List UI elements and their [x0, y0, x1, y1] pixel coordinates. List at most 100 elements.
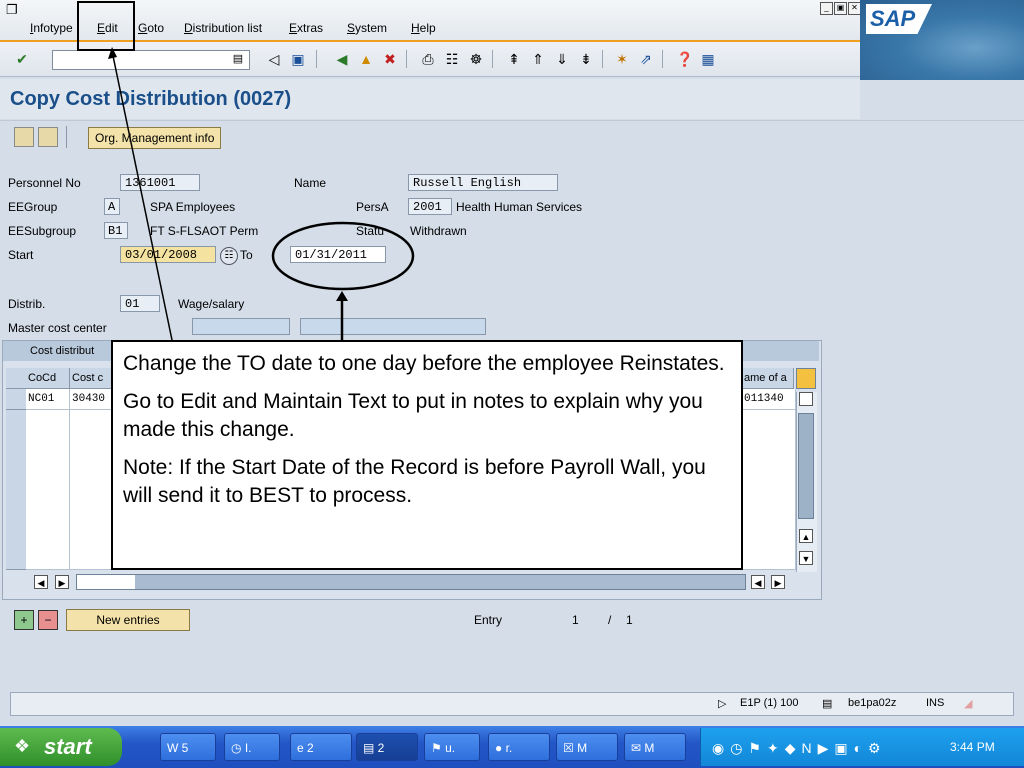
menu-distribution-list[interactable]: Distribution list [184, 21, 262, 35]
table-cell-cost-center[interactable]: 30430 [70, 389, 114, 410]
layout-menu-icon[interactable]: ▦ [700, 51, 716, 67]
ie-icon: e [297, 741, 308, 755]
column-header-cocd[interactable]: CoCd [26, 368, 70, 389]
taskbar-outlook[interactable]: ✉ M [624, 733, 686, 761]
app-icon: ⚑ [431, 741, 446, 755]
excel-icon: ☒ [563, 741, 578, 755]
toolbar-separator [66, 126, 67, 148]
first-page-icon[interactable]: ⇞ [506, 51, 522, 67]
sap-gui-icon[interactable]: ❐ [6, 2, 18, 18]
create-session-icon[interactable]: ✶ [614, 51, 630, 67]
restore-icon[interactable]: ▣ [834, 2, 847, 15]
column-settings-icon[interactable] [796, 368, 816, 389]
persa-field[interactable]: 2001 [408, 198, 452, 215]
vertical-scroll-thumb[interactable] [798, 413, 814, 519]
toolbar-separator [662, 50, 663, 68]
taskbar-outlook-item[interactable]: ◷ I. [224, 733, 280, 761]
next-page-icon[interactable]: ⇓ [554, 51, 570, 67]
note-paragraph-2: Go to Edit and Maintain Text to put in n… [123, 390, 703, 441]
horizontal-scroll-thumb[interactable] [77, 575, 135, 589]
taskbar-explorer-count: 2 [377, 741, 385, 755]
delete-row-icon[interactable]: − [38, 610, 58, 630]
select-all-cell[interactable] [6, 368, 26, 389]
taskbar-explorer[interactable]: ▤ 2 [356, 733, 418, 761]
empty-cells[interactable] [70, 410, 114, 570]
taskbar-item-label: M [644, 741, 655, 755]
note-paragraph-3: Note: If the Start Date of the Record is… [123, 456, 706, 507]
previous-page-icon[interactable]: ⇑ [530, 51, 546, 67]
folder-icon: ▤ [363, 741, 378, 755]
horizontal-scrollbar[interactable] [76, 574, 746, 590]
menu-help[interactable]: Help [411, 21, 436, 35]
status-dropdown-icon[interactable]: ▤ [822, 697, 832, 710]
taskbar-item-label: I. [244, 741, 252, 755]
annotation-arrows [108, 47, 348, 341]
previous-record-icon[interactable] [14, 127, 34, 147]
minimize-icon[interactable]: _ [820, 2, 833, 15]
shortcut-icon[interactable]: ⇗ [638, 51, 654, 67]
master-cost-center-label: Master cost center [8, 321, 107, 335]
next-record-icon[interactable] [38, 127, 58, 147]
eesubgroup-label: EESubgroup [8, 224, 77, 238]
entry-separator: / [608, 613, 612, 627]
empty-row-selectors[interactable] [6, 410, 26, 570]
menu-extras[interactable]: Extras [289, 21, 323, 35]
taskbar-item-label: u. [445, 741, 456, 755]
taskbar-firefox[interactable]: ● r. [488, 733, 550, 761]
word-icon: W [167, 741, 182, 755]
toolbar-separator [406, 50, 407, 68]
new-entries-button[interactable]: New entries [66, 609, 190, 631]
table-caption: Cost distribut [30, 345, 95, 357]
find-next-icon[interactable]: ☸ [468, 51, 484, 67]
insert-row-icon[interactable]: + [14, 610, 34, 630]
menu-infotype[interactable]: Infotype [30, 21, 73, 35]
taskbar-item-u[interactable]: ⚑ u. [424, 733, 480, 761]
taskbar-excel[interactable]: ☒ M [556, 733, 618, 761]
entry-label: Entry [474, 613, 503, 627]
table-cell-cocd[interactable]: NC01 [26, 389, 70, 410]
scroll-down-icon[interactable]: ▼ [799, 551, 813, 565]
windows-logo-icon: ❖ [14, 736, 31, 756]
enter-icon[interactable]: ✔ [14, 51, 30, 67]
scroll-left-icon[interactable]: ◀ [34, 575, 48, 589]
personnel-no-label: Personnel No [8, 176, 81, 190]
taskbar-ie[interactable]: e 2 [290, 733, 352, 761]
scroll-up-top-icon[interactable] [799, 392, 813, 406]
column-header-name[interactable]: ame of a [742, 368, 794, 389]
entry-current: 1 [572, 613, 579, 627]
scroll-right-icon[interactable]: ▶ [55, 575, 69, 589]
name-field[interactable]: Russell English [408, 174, 558, 191]
start-label: Start [8, 248, 34, 262]
help-icon[interactable]: ❓ [676, 51, 693, 67]
find-icon[interactable]: ☷ [444, 51, 460, 67]
status-text: Withdrawn [410, 224, 467, 238]
tray-icons[interactable]: ◉◷⚑✦◆N▶▣◐⚙ [712, 740, 887, 757]
clock-app-icon: ◷ [231, 741, 245, 755]
firefox-icon: ● [495, 741, 506, 755]
status-expand-icon[interactable]: ▷ [718, 697, 726, 710]
highlight-box-edit [77, 1, 135, 51]
column-header-cost-center[interactable]: Cost c [70, 368, 114, 389]
taskbar-ie-count: 2 [307, 741, 314, 755]
empty-cells[interactable] [26, 410, 70, 570]
cancel-icon[interactable]: ✖ [382, 51, 398, 67]
note-paragraph-1: Change the TO date to one day before the… [123, 352, 725, 375]
scroll-left-end-icon[interactable]: ◀ [751, 575, 765, 589]
table-cell-name[interactable]: 011340 [742, 389, 796, 410]
menu-system[interactable]: System [347, 21, 387, 35]
print-icon[interactable]: ⎙ [420, 51, 436, 67]
entry-total: 1 [626, 613, 633, 627]
row-selector[interactable] [6, 389, 26, 410]
taskbar-word[interactable]: W 5 [160, 733, 216, 761]
scroll-up-icon[interactable]: ▲ [799, 529, 813, 543]
empty-cells[interactable] [742, 410, 796, 570]
sap-logo-area: SAP [860, 0, 1024, 80]
last-page-icon[interactable]: ⇟ [578, 51, 594, 67]
menu-goto[interactable]: Goto [138, 21, 164, 35]
exit-icon[interactable]: ▲ [358, 51, 374, 67]
scroll-right-end-icon[interactable]: ▶ [771, 575, 785, 589]
persa-text: Health Human Services [456, 200, 583, 214]
outlook-icon: ✉ [631, 741, 645, 755]
status-system: E1P (1) 100 [740, 697, 799, 709]
persa-label: PersA [356, 200, 389, 214]
